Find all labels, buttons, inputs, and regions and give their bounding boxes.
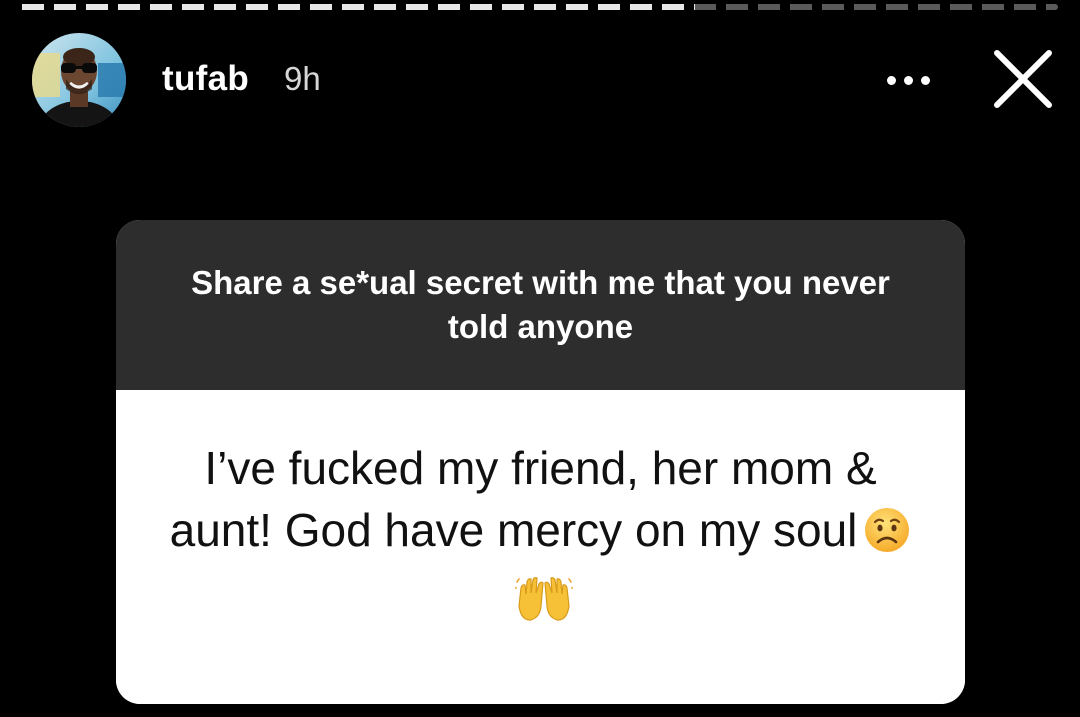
question-header: Share a se*ual secret with me that you n…: [116, 220, 965, 390]
question-sticker[interactable]: Share a se*ual secret with me that you n…: [116, 220, 965, 704]
answer-text: I’ve fucked my friend, her mom & aunt! G…: [169, 442, 877, 556]
story-progress-bar: [22, 4, 1058, 10]
more-horizontal-icon: [886, 75, 896, 85]
answer-body: I’ve fucked my friend, her mom & aunt! G…: [116, 390, 965, 704]
question-text: Share a se*ual secret with me that you n…: [191, 264, 890, 345]
progress-fill: [22, 4, 696, 10]
close-icon: [994, 50, 1052, 108]
more-dot: [903, 75, 913, 85]
answer-text-wrapper: I’ve fucked my friend, her mom & aunt! G…: [151, 437, 931, 639]
story-header: tufab 9h: [32, 30, 1058, 130]
more-dot: [920, 75, 930, 85]
avatar-image: [32, 33, 126, 127]
avatar[interactable]: [32, 33, 126, 127]
more-options-button[interactable]: [880, 58, 936, 102]
close-button[interactable]: [990, 46, 1056, 112]
story-timestamp: 9h: [284, 60, 321, 97]
worried-face-icon: [863, 506, 911, 569]
raised-hands-icon: [512, 576, 575, 639]
story-viewer[interactable]: tufab 9h Share a se*ual secret with me t…: [0, 0, 1080, 717]
username[interactable]: tufab: [162, 59, 249, 99]
